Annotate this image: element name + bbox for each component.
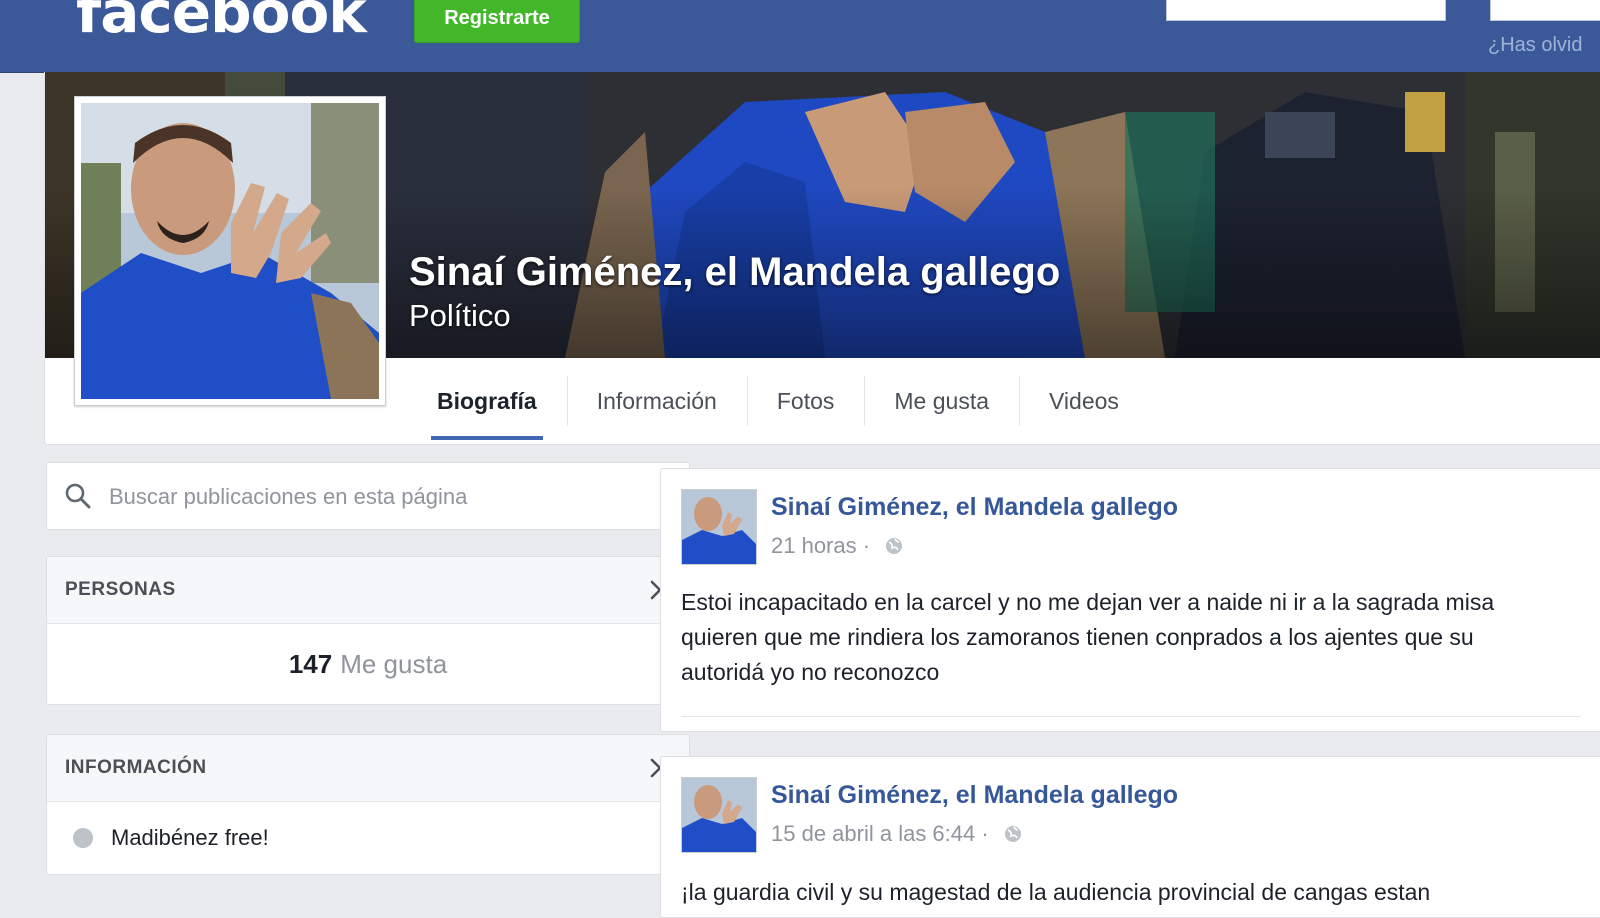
tab-biografia[interactable]: Biografía bbox=[407, 358, 567, 444]
people-card: PERSONAS 147 Me gusta bbox=[46, 556, 690, 705]
post-author-name[interactable]: Sinaí Giménez, el Mandela gallego bbox=[771, 493, 1178, 522]
timeline-post: Sinaí Giménez, el Mandela gallego 21 hor… bbox=[660, 468, 1600, 732]
info-icon bbox=[73, 828, 93, 848]
tab-me-gusta[interactable]: Me gusta bbox=[864, 358, 1019, 444]
profile-photo-art bbox=[81, 103, 379, 399]
post-timestamp[interactable]: 15 de abril a las 6:44 · bbox=[771, 821, 1023, 847]
globe-icon bbox=[1004, 826, 1021, 842]
post-author-avatar[interactable] bbox=[681, 489, 757, 565]
post-time-text: 15 de abril a las 6:44 · bbox=[771, 821, 989, 846]
info-item-text: Madibénez free! bbox=[111, 825, 269, 850]
likes-count: 147 bbox=[288, 648, 333, 679]
page-name-title[interactable]: Sinaí Giménez, el Mandela gallego bbox=[409, 250, 1060, 295]
globe-icon bbox=[886, 538, 903, 554]
people-card-title: PERSONAS bbox=[65, 579, 176, 600]
likes-summary[interactable]: 147 Me gusta bbox=[47, 624, 689, 704]
register-button[interactable]: Registrarte bbox=[414, 0, 580, 43]
avatar-photo-art bbox=[682, 490, 756, 564]
facebook-logo[interactable]: facebook bbox=[76, 0, 367, 46]
login-email-field[interactable] bbox=[1166, 0, 1446, 21]
info-card-header[interactable]: INFORMACIÓN bbox=[47, 735, 689, 802]
profile-picture-image bbox=[81, 103, 379, 399]
post-body-text: Estoi incapacitado en la carcel y no me … bbox=[681, 589, 1495, 685]
login-password-field[interactable] bbox=[1490, 0, 1600, 21]
timeline-post: Sinaí Giménez, el Mandela gallego 15 de … bbox=[660, 756, 1600, 918]
people-card-header[interactable]: PERSONAS bbox=[47, 557, 689, 624]
tab-informacion[interactable]: Información bbox=[566, 358, 747, 444]
info-item: Madibénez free! bbox=[47, 802, 689, 874]
page-tabs: Biografía Información Fotos Me gusta Vid… bbox=[407, 358, 1149, 444]
profile-picture[interactable] bbox=[74, 96, 386, 406]
info-card: INFORMACIÓN Madibénez free! bbox=[46, 734, 690, 875]
forgot-account-link[interactable]: ¿Has olvid bbox=[1488, 34, 1582, 57]
info-card-title: INFORMACIÓN bbox=[65, 757, 207, 778]
search-input[interactable] bbox=[107, 475, 671, 519]
tab-videos[interactable]: Videos bbox=[1019, 358, 1149, 444]
top-navigation-bar: facebook Registrarte ¿Has olvid bbox=[0, 0, 1600, 73]
post-author-avatar[interactable] bbox=[681, 777, 757, 853]
likes-label: Me gusta bbox=[340, 648, 448, 679]
post-timestamp[interactable]: 21 horas · bbox=[771, 533, 904, 559]
post-divider bbox=[681, 716, 1581, 717]
post-time-text: 21 horas · bbox=[771, 533, 871, 558]
tab-fotos[interactable]: Fotos bbox=[746, 358, 865, 444]
page-post-search bbox=[46, 462, 690, 530]
post-body-text: ¡la guardia civil y su magestad de la au… bbox=[681, 879, 1431, 905]
avatar-photo-art bbox=[682, 778, 756, 852]
post-author-name[interactable]: Sinaí Giménez, el Mandela gallego bbox=[771, 781, 1178, 810]
page-category[interactable]: Político bbox=[409, 298, 511, 334]
search-icon bbox=[65, 483, 91, 509]
